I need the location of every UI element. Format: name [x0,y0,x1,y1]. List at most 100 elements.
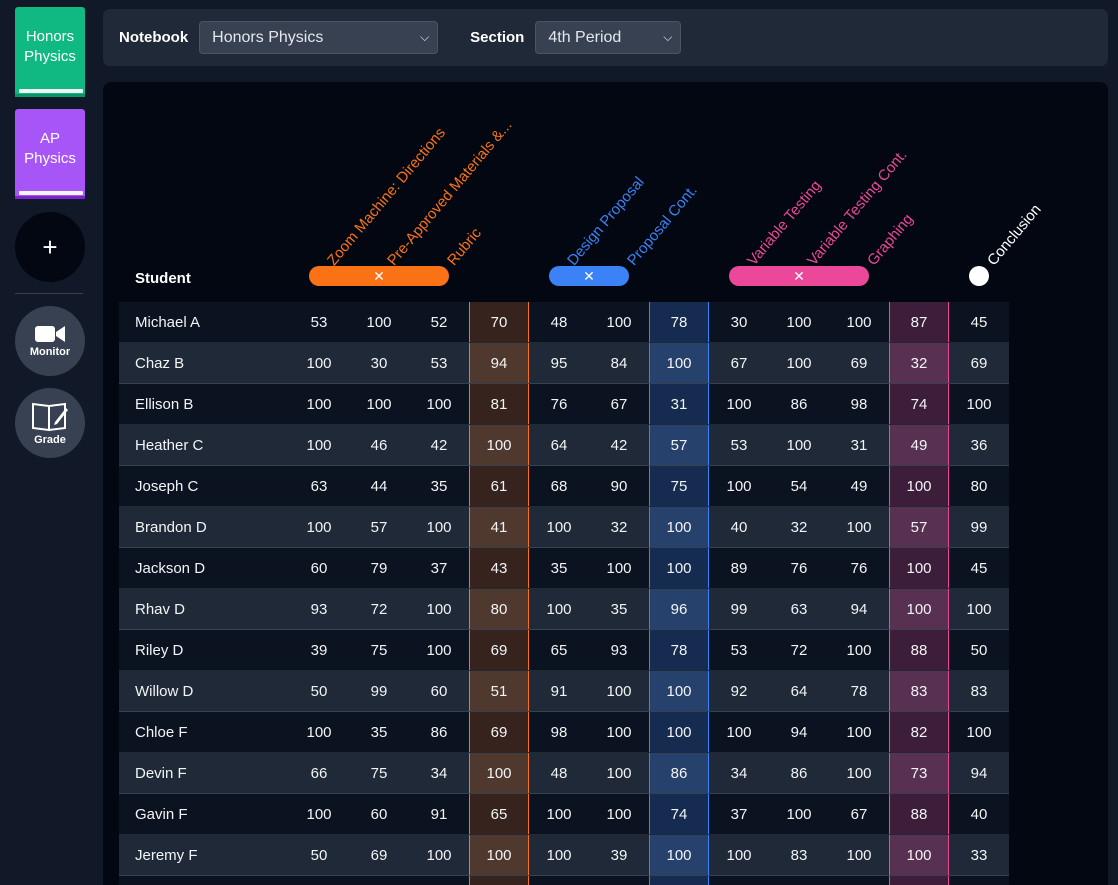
score-cell[interactable]: 72 [769,630,829,670]
student-name[interactable] [119,876,289,885]
score-cell[interactable]: 46 [349,425,409,465]
group-average-cell[interactable]: 65 [469,794,529,834]
score-cell[interactable]: 100 [589,753,649,793]
grade-button[interactable]: Grade [15,388,85,458]
score-cell[interactable] [529,876,589,885]
group-average-cell[interactable]: 75 [649,466,709,506]
student-name[interactable]: Chloe F [119,712,289,752]
group-average-cell[interactable]: 73 [889,753,949,793]
group-average-cell[interactable]: 88 [889,794,949,834]
score-cell[interactable]: 99 [709,589,769,629]
group-average-cell[interactable]: 32 [889,343,949,383]
group-average-cell[interactable]: 100 [469,425,529,465]
student-name[interactable]: Rhav D [119,589,289,629]
score-cell[interactable]: 35 [529,548,589,588]
score-cell[interactable]: 100 [709,835,769,875]
score-cell[interactable]: 83 [769,835,829,875]
score-cell[interactable]: 98 [529,712,589,752]
score-cell[interactable]: 67 [709,343,769,383]
group-average-cell[interactable]: 100 [889,466,949,506]
group-average-cell[interactable]: 41 [469,507,529,547]
score-cell[interactable]: 67 [589,384,649,424]
collapse-group-orange-button[interactable]: ✕ [309,266,449,286]
score-cell[interactable] [349,876,409,885]
score-cell[interactable]: 100 [289,794,349,834]
group-average-cell[interactable]: 100 [889,835,949,875]
score-cell[interactable]: 45 [949,302,1009,342]
score-cell[interactable]: 75 [349,630,409,670]
group-average-cell[interactable]: 100 [889,589,949,629]
score-cell[interactable]: 100 [589,302,649,342]
score-cell[interactable] [829,876,889,885]
score-cell[interactable]: 75 [349,753,409,793]
score-cell[interactable]: 76 [829,548,889,588]
score-cell[interactable]: 64 [529,425,589,465]
score-cell[interactable]: 100 [289,507,349,547]
score-cell[interactable]: 53 [289,302,349,342]
score-cell[interactable]: 100 [529,794,589,834]
score-cell[interactable]: 30 [349,343,409,383]
score-cell[interactable]: 84 [589,343,649,383]
score-cell[interactable]: 100 [709,712,769,752]
score-cell[interactable] [409,876,469,885]
score-cell[interactable]: 91 [409,794,469,834]
group-average-cell[interactable] [469,876,529,885]
group-average-cell[interactable]: 83 [889,671,949,711]
score-cell[interactable]: 100 [529,507,589,547]
score-cell[interactable] [769,876,829,885]
score-cell[interactable]: 64 [769,671,829,711]
student-name[interactable]: Ellison B [119,384,289,424]
score-cell[interactable]: 86 [769,384,829,424]
score-cell[interactable]: 39 [289,630,349,670]
score-cell[interactable]: 100 [769,794,829,834]
score-cell[interactable]: 83 [949,671,1009,711]
group-average-cell[interactable]: 100 [649,712,709,752]
score-cell[interactable]: 50 [289,835,349,875]
student-name[interactable]: Riley D [119,630,289,670]
score-cell[interactable]: 100 [409,589,469,629]
group-average-cell[interactable]: 94 [469,343,529,383]
score-cell[interactable]: 40 [949,794,1009,834]
score-cell[interactable]: 100 [529,835,589,875]
group-average-cell[interactable] [649,876,709,885]
score-cell[interactable]: 76 [529,384,589,424]
score-cell[interactable]: 72 [349,589,409,629]
score-cell[interactable]: 100 [289,425,349,465]
score-cell[interactable]: 35 [409,466,469,506]
group-average-cell[interactable]: 100 [469,835,529,875]
score-cell[interactable]: 100 [589,712,649,752]
score-cell[interactable]: 100 [349,384,409,424]
score-cell[interactable]: 95 [529,343,589,383]
score-cell[interactable]: 60 [409,671,469,711]
score-cell[interactable]: 39 [589,835,649,875]
group-average-cell[interactable]: 100 [649,835,709,875]
score-cell[interactable]: 50 [949,630,1009,670]
score-cell[interactable]: 60 [289,548,349,588]
collapse-group-blue-button[interactable]: ✕ [549,266,629,286]
group-average-cell[interactable]: 100 [649,507,709,547]
score-cell[interactable]: 79 [349,548,409,588]
group-average-cell[interactable]: 61 [469,466,529,506]
score-cell[interactable]: 90 [589,466,649,506]
group-average-cell[interactable]: 100 [469,753,529,793]
score-cell[interactable]: 100 [529,589,589,629]
student-name[interactable]: Heather C [119,425,289,465]
group-white-toggle-icon[interactable] [969,266,989,286]
group-average-cell[interactable]: 51 [469,671,529,711]
score-cell[interactable]: 99 [949,507,1009,547]
score-cell[interactable]: 78 [829,671,889,711]
score-cell[interactable]: 66 [289,753,349,793]
score-cell[interactable]: 32 [769,507,829,547]
score-cell[interactable]: 100 [769,425,829,465]
student-name[interactable]: Jeremy F [119,835,289,875]
score-cell[interactable]: 53 [709,425,769,465]
student-name[interactable]: Chaz B [119,343,289,383]
group-average-cell[interactable]: 57 [889,507,949,547]
score-cell[interactable]: 53 [709,630,769,670]
score-cell[interactable]: 100 [409,630,469,670]
score-cell[interactable]: 69 [829,343,889,383]
student-name[interactable]: Gavin F [119,794,289,834]
score-cell[interactable]: 100 [289,343,349,383]
notebook-honors-physics[interactable]: Honors Physics [15,7,85,97]
score-cell[interactable]: 76 [769,548,829,588]
